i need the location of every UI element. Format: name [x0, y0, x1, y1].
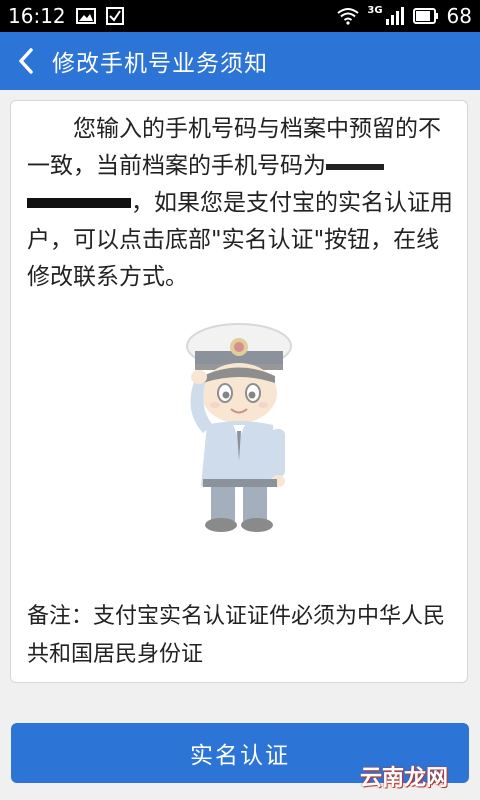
checkbox-icon — [105, 7, 124, 25]
notice-text: 您输入的手机号码与档案中预留的不一致，当前档案的手机号码为，如果您是支付宝的实名… — [27, 111, 455, 296]
redacted-phone-part2 — [27, 196, 131, 212]
notice-card: 您输入的手机号码与档案中预留的不一致，当前档案的手机号码为，如果您是支付宝的实名… — [10, 100, 468, 683]
app-header: 修改手机号业务须知 — [0, 32, 480, 90]
watermark: 云南龙网 — [359, 766, 448, 791]
wifi-icon — [337, 8, 359, 25]
redacted-phone-part1 — [326, 161, 384, 173]
status-right-icons: 3G 68 — [337, 4, 472, 28]
remark-text: 备注：支付宝实名认证证件必须为中华人民共和国居民身份证 — [27, 604, 446, 667]
page-title: 修改手机号业务须知 — [52, 51, 268, 77]
police-officer-illustration — [186, 323, 292, 532]
status-notification-icons — [75, 7, 124, 25]
status-bar: 16:12 3G 68 — [0, 0, 480, 32]
image-icon — [75, 8, 96, 24]
back-icon[interactable] — [6, 32, 46, 90]
battery-icon — [412, 8, 438, 24]
status-time: 16:12 — [8, 4, 66, 28]
network-type-label: 3G — [367, 4, 383, 16]
signal-icon — [385, 7, 404, 25]
battery-level: 68 — [446, 4, 472, 28]
